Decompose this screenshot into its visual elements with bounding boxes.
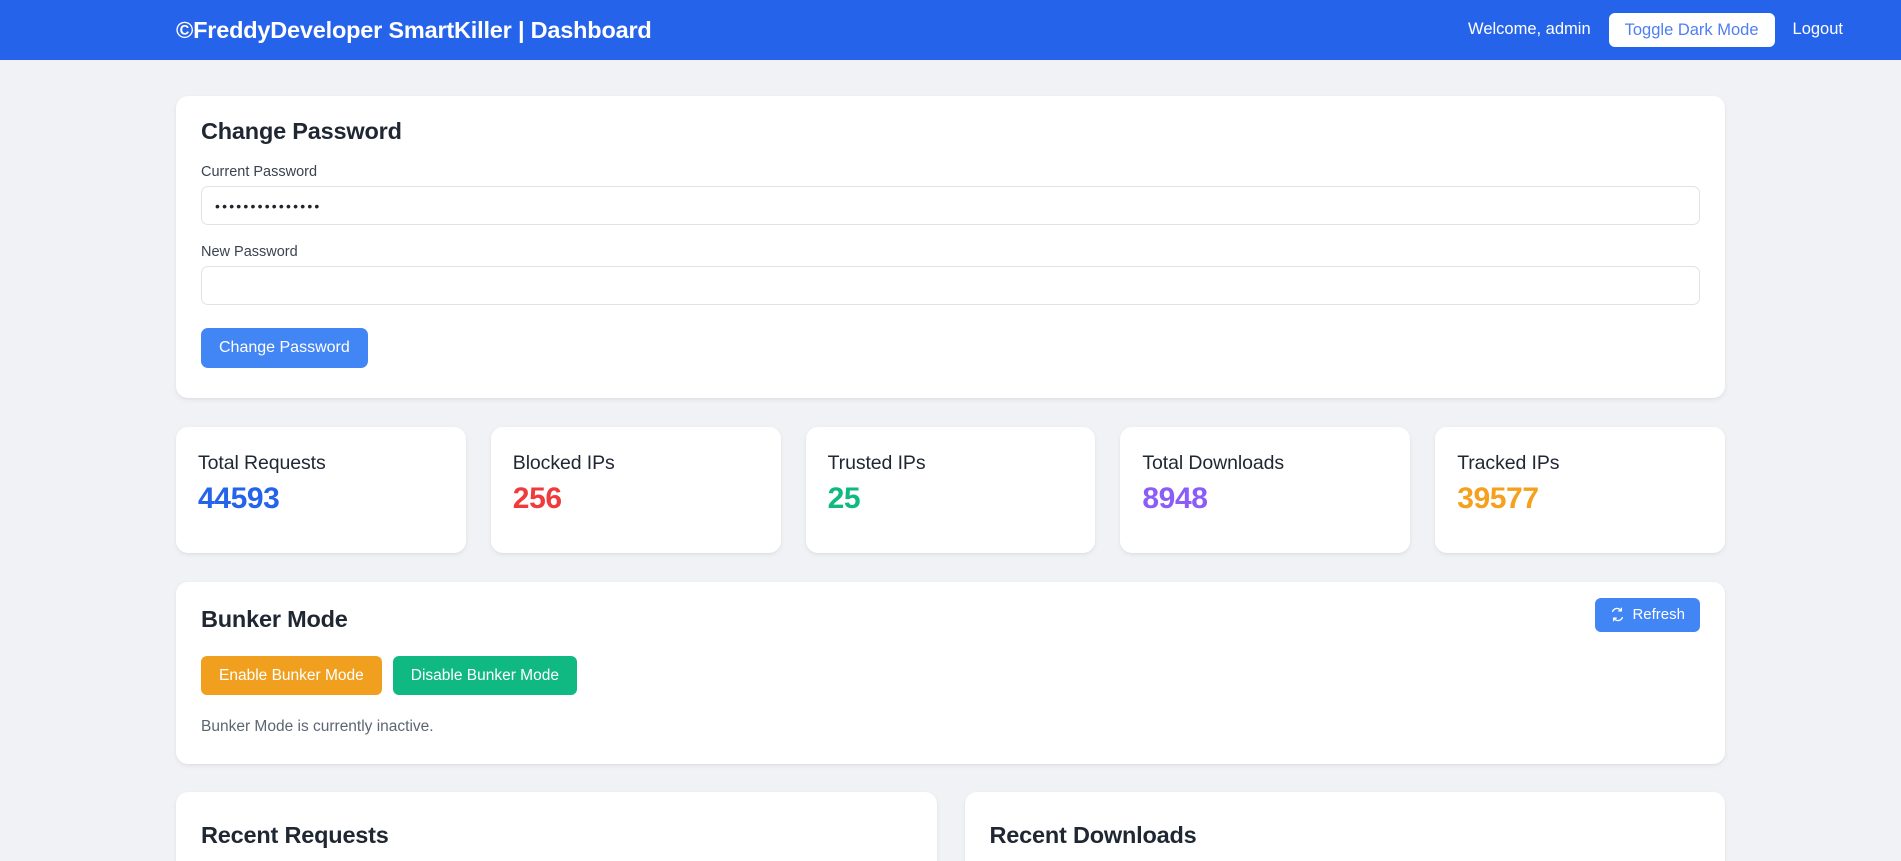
bunker-mode-header: Bunker Mode Refresh [201, 606, 1700, 633]
stat-value: 25 [828, 482, 1074, 516]
stat-card-tracked-ips: Tracked IPs 39577 [1435, 427, 1725, 553]
change-password-card: Change Password Current Password New Pas… [176, 96, 1725, 398]
bottom-cards-row: Recent Requests Recent Downloads [176, 792, 1725, 861]
stat-value: 44593 [198, 482, 444, 516]
stat-card-total-requests: Total Requests 44593 [176, 427, 466, 553]
disable-bunker-mode-button[interactable]: Disable Bunker Mode [393, 656, 577, 695]
recent-requests-heading: Recent Requests [201, 822, 912, 849]
refresh-button-label: Refresh [1632, 607, 1685, 624]
refresh-icon [1610, 607, 1625, 622]
bunker-mode-status-text: Bunker Mode is currently inactive. [201, 718, 1700, 736]
navbar-actions: Welcome, admin Toggle Dark Mode Logout [1468, 13, 1843, 47]
enable-bunker-mode-button[interactable]: Enable Bunker Mode [201, 656, 382, 695]
stat-label: Trusted IPs [828, 452, 1074, 475]
page-content: Change Password Current Password New Pas… [0, 96, 1901, 861]
stat-label: Tracked IPs [1457, 452, 1703, 475]
stat-label: Total Downloads [1142, 452, 1388, 475]
current-password-input[interactable] [201, 186, 1700, 225]
recent-downloads-heading: Recent Downloads [990, 822, 1701, 849]
new-password-input[interactable] [201, 266, 1700, 305]
change-password-heading: Change Password [201, 118, 1700, 145]
stat-card-trusted-ips: Trusted IPs 25 [806, 427, 1096, 553]
recent-requests-card: Recent Requests [176, 792, 937, 861]
top-navbar: ©FreddyDeveloper SmartKiller | Dashboard… [0, 0, 1901, 60]
stat-label: Total Requests [198, 452, 444, 475]
new-password-label: New Password [201, 244, 1700, 260]
stat-value: 39577 [1457, 482, 1703, 516]
stat-value: 256 [513, 482, 759, 516]
toggle-dark-mode-button[interactable]: Toggle Dark Mode [1609, 13, 1775, 47]
refresh-button[interactable]: Refresh [1595, 598, 1700, 633]
stat-card-blocked-ips: Blocked IPs 256 [491, 427, 781, 553]
stat-card-total-downloads: Total Downloads 8948 [1120, 427, 1410, 553]
stat-label: Blocked IPs [513, 452, 759, 475]
welcome-text: Welcome, admin [1468, 20, 1591, 39]
bunker-mode-card: Bunker Mode Refresh Enable Bunker Mode D… [176, 582, 1725, 764]
stats-row: Total Requests 44593 Blocked IPs 256 Tru… [176, 427, 1725, 553]
recent-downloads-card: Recent Downloads [965, 792, 1726, 861]
current-password-label: Current Password [201, 164, 1700, 180]
page-title: ©FreddyDeveloper SmartKiller | Dashboard [176, 17, 652, 44]
bunker-mode-heading: Bunker Mode [201, 606, 348, 633]
stat-value: 8948 [1142, 482, 1388, 516]
bunker-mode-buttons: Enable Bunker Mode Disable Bunker Mode [201, 656, 1700, 695]
change-password-submit-button[interactable]: Change Password [201, 328, 368, 368]
logout-link[interactable]: Logout [1793, 20, 1843, 39]
